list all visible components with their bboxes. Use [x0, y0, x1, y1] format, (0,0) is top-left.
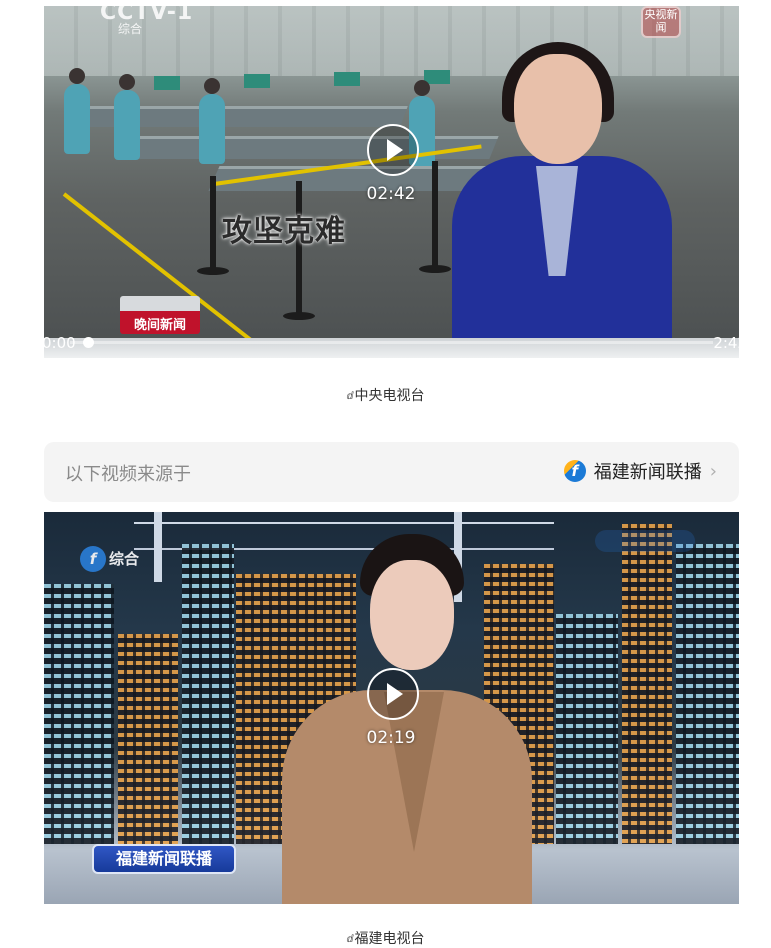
fjtv-channel-label: 综合 — [109, 550, 140, 568]
caption-text: 福建电视台 — [354, 931, 425, 947]
city-building — [44, 584, 114, 844]
caption-mark-icon: ⅆ — [346, 933, 354, 945]
source-card-label: 以下视频来源于 — [65, 464, 191, 485]
corner-watermark — [595, 530, 695, 552]
city-building — [556, 614, 618, 844]
city-building — [118, 634, 178, 844]
news-anchor-face — [514, 54, 602, 164]
barrier-post — [197, 176, 229, 275]
program-logo: 晚间新闻 — [120, 296, 200, 334]
city-building — [182, 544, 234, 844]
video-duration: 02:19 — [366, 728, 416, 748]
seek-bar[interactable] — [70, 341, 713, 344]
news-anchor-face — [370, 560, 454, 670]
video-source-card[interactable]: 以下视频来源于 f 福建新闻联播 › — [44, 442, 739, 502]
video-player-fujian[interactable]: f 综合 福建新闻联播 02:19 — [44, 512, 739, 904]
cctv-channel-sub: 综合 — [118, 22, 143, 36]
worker-figure — [199, 78, 225, 164]
fjtv-logo: f 综合 — [80, 546, 139, 572]
play-button-icon[interactable] — [367, 124, 419, 176]
video-duration: 02:42 — [366, 184, 416, 204]
end-time: 2:42 — [713, 334, 739, 352]
play-button-icon[interactable] — [367, 668, 419, 720]
corner-news-logo: 央视新闻 — [641, 6, 681, 38]
barrier-post — [419, 161, 451, 273]
city-building — [622, 524, 672, 844]
current-time: 0:00 — [44, 334, 76, 352]
chevron-right-icon: › — [709, 460, 717, 482]
worker-figure — [114, 74, 140, 160]
video-caption-text: 攻坚克难 — [222, 214, 346, 249]
channel-name: 福建新闻联播 — [593, 462, 702, 483]
source-channel-link[interactable]: f 福建新闻联播 › — [563, 458, 717, 484]
equipment-box — [244, 74, 270, 88]
cctv-logo: CCTV-1 — [100, 6, 194, 25]
video-player-cctv[interactable]: 攻坚克难 CCTV-1 综合 央视新闻 晚间新闻 02:42 0:00 2:42 — [44, 6, 739, 358]
city-building — [676, 544, 739, 844]
caption-text: 中央电视台 — [354, 388, 425, 404]
caption-mark-icon: ⅆ — [346, 390, 354, 402]
equipment-box — [154, 76, 180, 90]
bridge-tower — [154, 512, 162, 582]
video-source-caption: ⅆ福建电视台 — [0, 928, 771, 948]
equipment-box — [334, 72, 360, 86]
seek-knob[interactable] — [83, 337, 94, 348]
worker-figure — [64, 68, 90, 154]
channel-logo-icon: f — [563, 460, 586, 482]
fjtv-logo-icon: f — [80, 546, 106, 572]
video-source-caption: ⅆ中央电视台 — [0, 385, 771, 405]
bridge-cables — [134, 522, 554, 524]
program-lower-third: 福建新闻联播 — [92, 844, 236, 874]
workbench — [129, 136, 499, 159]
